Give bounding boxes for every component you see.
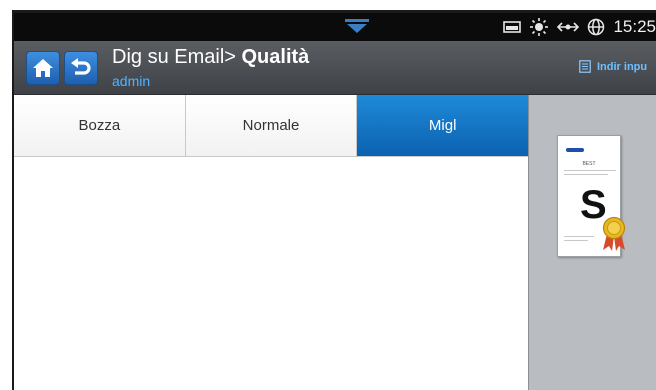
status-icons: 15:25 xyxy=(503,13,656,41)
title-current: Qualità xyxy=(241,46,310,68)
text-line xyxy=(564,170,616,171)
quality-preview-document: BEST S xyxy=(557,135,626,257)
title-breadcrumb: Dig su Email> xyxy=(112,46,242,68)
status-bar: 15:25 xyxy=(14,13,656,41)
preview-panel: BEST S xyxy=(528,95,656,390)
quality-options: Bozza Normale Migl xyxy=(14,95,529,390)
tab-migl[interactable]: Migl xyxy=(357,95,529,156)
user-name: admin xyxy=(112,73,151,89)
network-icon xyxy=(557,13,580,41)
home-button[interactable] xyxy=(26,51,60,85)
home-icon xyxy=(33,59,53,77)
quality-tabs: Bozza Normale Migl xyxy=(14,95,529,157)
tab-bozza[interactable]: Bozza xyxy=(14,95,186,156)
brightness-icon xyxy=(529,13,549,41)
tab-normale[interactable]: Normale xyxy=(185,95,358,156)
title-bar: Dig su Email> Qualità admin Indir inpu xyxy=(14,41,656,95)
content-area xyxy=(14,157,528,390)
globe-icon xyxy=(587,13,605,41)
back-button[interactable] xyxy=(64,51,98,85)
indir-input-button[interactable]: Indir inpu xyxy=(579,60,647,73)
back-arrow-icon xyxy=(71,58,91,75)
storage-icon xyxy=(503,13,522,41)
brand-logo xyxy=(566,148,584,152)
text-line xyxy=(564,236,594,237)
page-title: Dig su Email> Qualità xyxy=(112,46,309,69)
expand-dropdown-icon[interactable] xyxy=(343,16,371,36)
preview-quality-label: BEST xyxy=(582,161,596,167)
indir-label: Indir inpu xyxy=(597,60,648,73)
text-line xyxy=(564,240,588,241)
screen-frame: 15:25 Dig su Email> Qualità admin Indir … xyxy=(0,0,656,390)
document-icon xyxy=(579,60,591,73)
text-line xyxy=(564,174,608,175)
clock-time: 15:25 xyxy=(613,17,656,36)
award-medal-icon xyxy=(602,216,626,251)
